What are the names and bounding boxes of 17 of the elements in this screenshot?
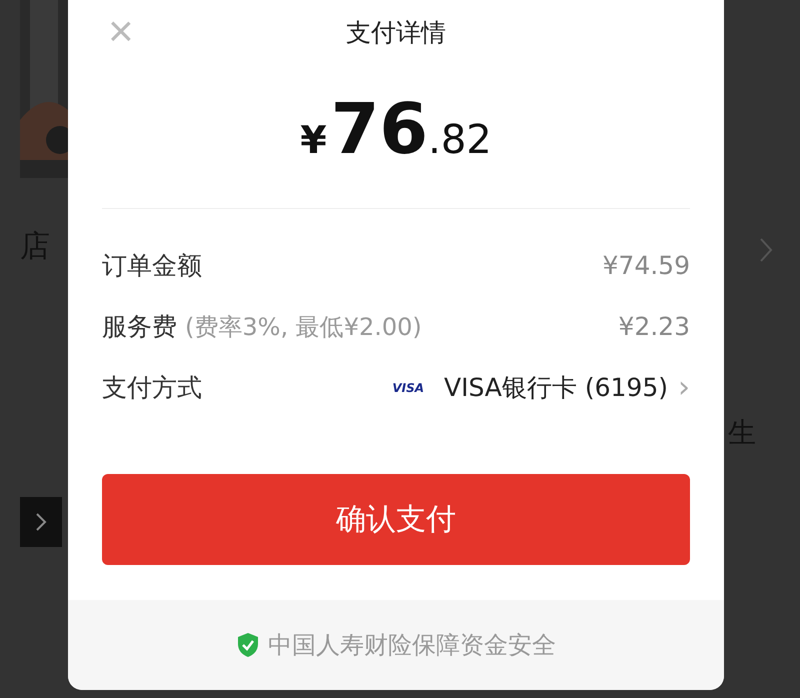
card-logo: VISA xyxy=(392,380,424,394)
row-label: 支付方式 xyxy=(102,372,202,404)
shield-check-icon xyxy=(236,632,260,658)
chevron-icon[interactable] xyxy=(758,236,774,264)
sheet-title: 支付详情 xyxy=(346,16,446,48)
next-tile[interactable] xyxy=(20,497,62,547)
total-amount: ¥76.82 xyxy=(299,88,493,172)
security-note: 中国人寿财险保障资金安全 xyxy=(268,630,556,661)
row-value: ¥74.59 xyxy=(602,251,690,280)
row-label: 服务费 xyxy=(102,311,177,343)
confirm-button[interactable]: 确认支付 xyxy=(102,474,690,565)
row-value: ¥2.23 xyxy=(618,312,690,341)
fee-note: (费率3%, 最低¥2.00) xyxy=(185,312,422,342)
payment-method[interactable]: VISA银行卡 (6195) xyxy=(444,371,668,404)
chevron[interactable]: › xyxy=(678,372,690,402)
chevron-icon xyxy=(34,511,48,533)
row-label: 订单金额 xyxy=(102,250,202,282)
